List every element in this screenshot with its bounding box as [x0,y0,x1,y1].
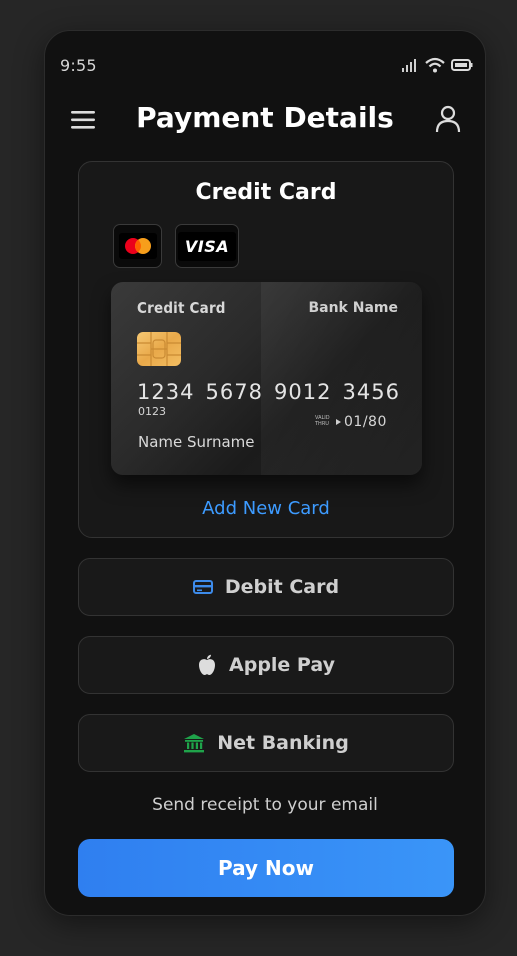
card-number-group: 9012 [274,380,332,404]
card-type-label: Credit Card [137,299,226,317]
app-header: Payment Details [45,99,485,143]
signal-icon [402,59,416,72]
card-number-group: 3456 [342,380,400,404]
apple-pay-label: Apple Pay [229,654,335,676]
card-small-number: 0123 [138,405,166,418]
battery-icon [451,59,473,71]
status-time: 9:55 [60,56,97,75]
receipt-email-text[interactable]: Send receipt to your email [45,795,485,815]
visa-logo: VISA [177,231,237,261]
add-new-card-link[interactable]: Add New Card [79,498,453,519]
valid-arrow-icon [336,419,341,425]
debit-card-option[interactable]: Debit Card [78,558,454,616]
credit-card-title: Credit Card [195,180,337,205]
bank-icon [184,734,205,753]
wifi-icon [425,57,445,73]
status-icons [401,57,473,73]
card-holder-name: Name Surname [138,433,255,451]
credit-card-preview[interactable]: Credit Card Bank Name 1234 5678 9012 345… [111,282,422,475]
card-number: 1234 5678 9012 3456 [137,380,400,404]
card-number-group: 5678 [205,380,263,404]
bank-name: Bank Name [308,300,398,316]
credit-card-icon [192,580,213,594]
page-title: Payment Details [136,101,394,134]
mastercard-badge[interactable] [113,224,162,268]
apple-icon [199,654,216,675]
credit-card-panel: Credit Card VISA Credit Card Bank Name 1… [78,161,454,538]
net-banking-label: Net Banking [217,732,349,754]
card-number-group: 1234 [137,380,195,404]
net-banking-option[interactable]: Net Banking [78,714,454,772]
pay-now-button[interactable]: Pay Now [78,839,454,897]
status-bar: 9:55 [45,31,485,101]
apple-pay-option[interactable]: Apple Pay [78,636,454,694]
chip-icon [137,332,181,366]
user-icon[interactable] [435,105,461,133]
phone-frame: 9:55 Payment Details Credit Card VISA Cr… [44,30,486,916]
debit-card-label: Debit Card [224,576,340,598]
mastercard-icon [118,233,157,259]
card-expiry: 01/80 [344,414,387,430]
visa-badge[interactable]: VISA [175,224,239,268]
